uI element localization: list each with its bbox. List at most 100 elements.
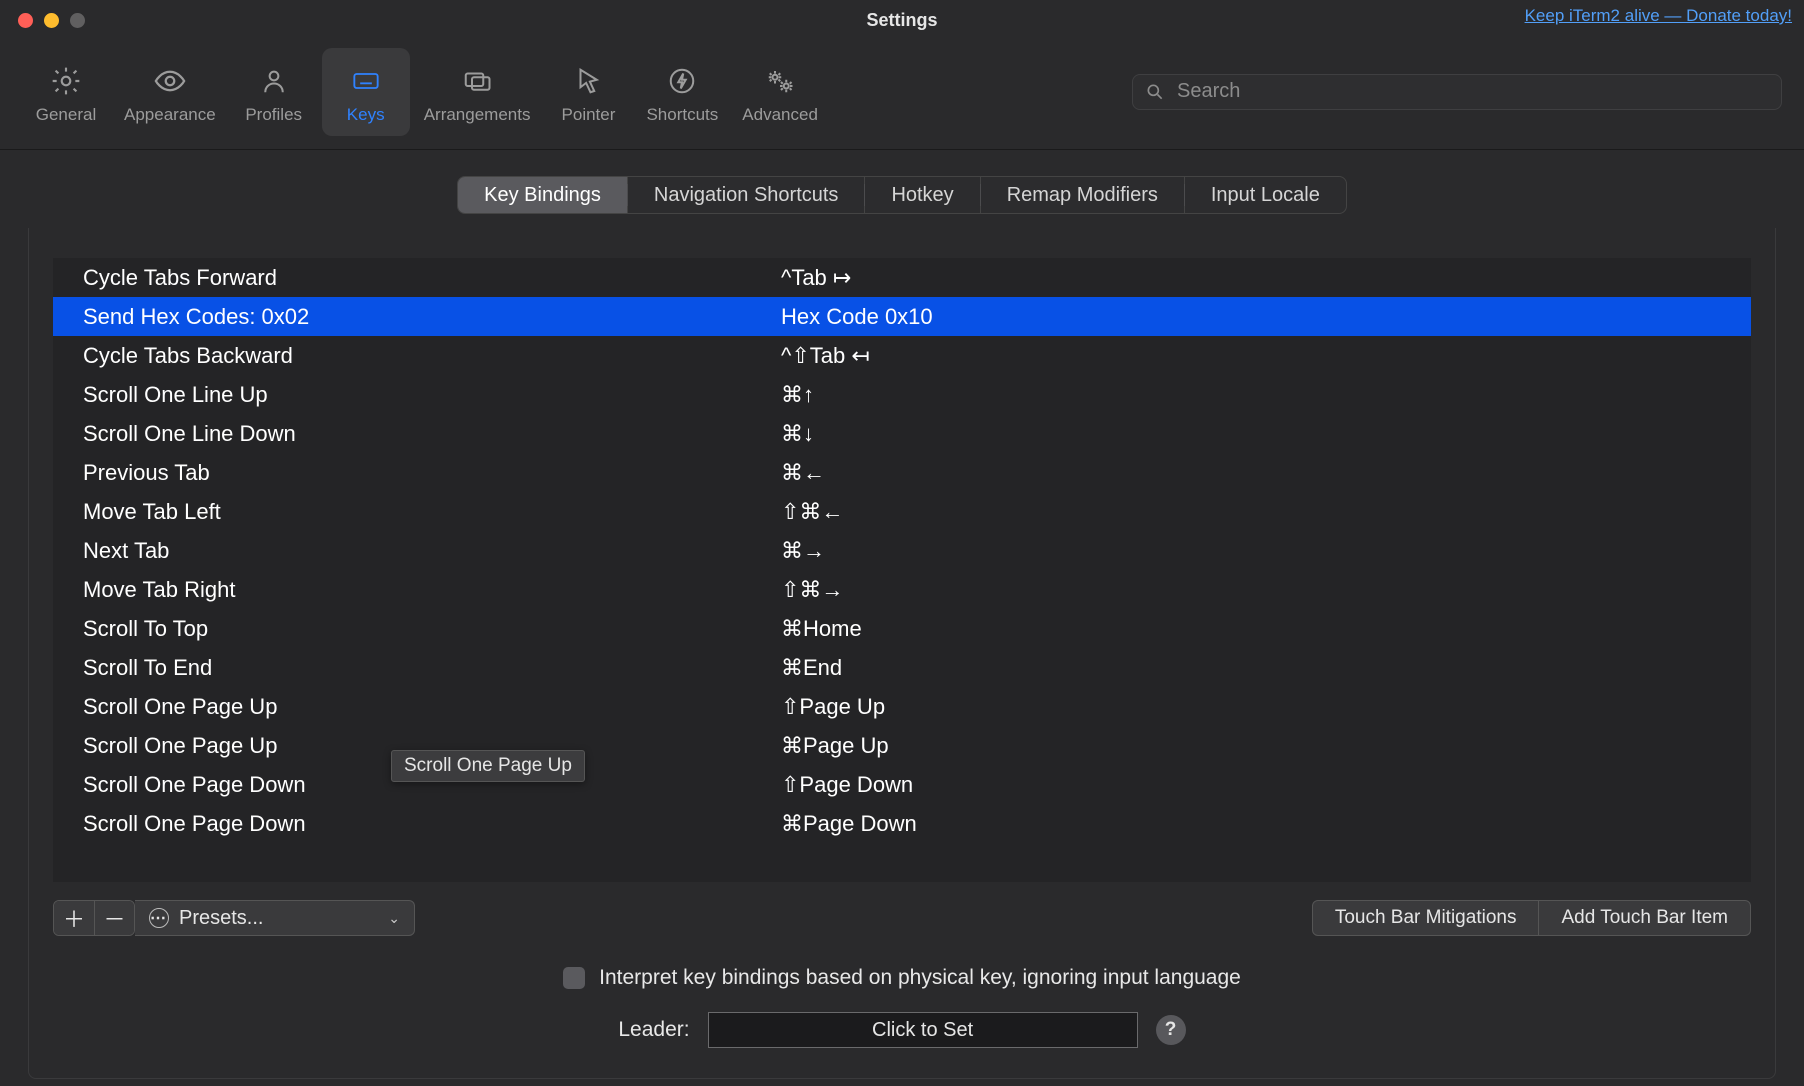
physical-key-checkbox[interactable]	[563, 967, 585, 989]
minus-icon: －	[103, 902, 125, 934]
binding-action: Scroll To Top	[83, 616, 781, 642]
subtab-input-locale[interactable]: Input Locale	[1184, 177, 1346, 213]
eye-icon	[152, 63, 188, 99]
windows-icon	[459, 63, 495, 99]
touch-bar-mitigations-button[interactable]: Touch Bar Mitigations	[1312, 900, 1540, 936]
toolbar-tab-label: Pointer	[562, 105, 616, 125]
binding-action: Previous Tab	[83, 460, 781, 486]
binding-row[interactable]: Cycle Tabs Backward^⇧Tab ↤	[53, 336, 1751, 375]
toolbar-tab-appearance[interactable]: Appearance	[114, 48, 226, 136]
toolbar-tab-profiles[interactable]: Profiles	[230, 48, 318, 136]
key-bindings-list[interactable]: Cycle Tabs Forward^Tab ↦Send Hex Codes: …	[53, 258, 1751, 882]
toolbar-tab-arrangements[interactable]: Arrangements	[414, 48, 541, 136]
chevron-down-icon: ⌄	[388, 910, 400, 927]
binding-shortcut: ⇧Page Down	[781, 772, 1751, 798]
binding-shortcut: ⌘←	[781, 460, 1751, 486]
binding-row[interactable]: Previous Tab⌘←	[53, 453, 1751, 492]
key-bindings-panel: Cycle Tabs Forward^Tab ↦Send Hex Codes: …	[28, 228, 1776, 1079]
binding-row[interactable]: Scroll One Page Down⌘Page Down	[53, 804, 1751, 843]
toolbar: General Appearance Profiles Keys Arrangement…	[0, 40, 1804, 150]
binding-row[interactable]: Scroll One Line Down⌘↓	[53, 414, 1751, 453]
toolbar-tab-label: Arrangements	[424, 105, 531, 125]
binding-row[interactable]: Scroll One Page Up⇧Page Up	[53, 687, 1751, 726]
binding-shortcut: ⇧⌘→	[781, 577, 1751, 603]
toolbar-tab-pointer[interactable]: Pointer	[544, 48, 632, 136]
binding-row[interactable]: Scroll One Page Up⌘Page Up	[53, 726, 1751, 765]
bolt-icon	[664, 63, 700, 99]
leader-label: Leader:	[618, 1018, 689, 1042]
binding-action: Scroll One Line Up	[83, 382, 781, 408]
binding-shortcut: ^⇧Tab ↤	[781, 343, 1751, 369]
binding-action: Scroll One Page Down	[83, 811, 781, 837]
binding-action: Scroll One Line Down	[83, 421, 781, 447]
binding-shortcut: Hex Code 0x10	[781, 304, 1751, 330]
toolbar-tab-label: Keys	[347, 105, 385, 125]
binding-action: Cycle Tabs Forward	[83, 265, 781, 291]
toolbar-tab-keys[interactable]: Keys	[322, 48, 410, 136]
list-controls: ＋ － ⋯ Presets... ⌄ Touch Bar Mitigations…	[53, 900, 1751, 936]
leader-row: Leader: Click to Set ?	[29, 1012, 1775, 1048]
zoom-window-button[interactable]	[70, 13, 85, 28]
presets-dropdown[interactable]: ⋯ Presets... ⌄	[135, 900, 415, 936]
subtab-segmented: Key BindingsNavigation ShortcutsHotkeyRe…	[457, 176, 1347, 214]
presets-label: Presets...	[179, 907, 263, 930]
toolbar-tab-general[interactable]: General	[22, 48, 110, 136]
subtab-navigation-shortcuts[interactable]: Navigation Shortcuts	[627, 177, 865, 213]
physical-key-label: Interpret key bindings based on physical…	[599, 966, 1241, 990]
keyboard-icon	[348, 63, 384, 99]
subtab-hotkey[interactable]: Hotkey	[864, 177, 979, 213]
leader-set-button[interactable]: Click to Set	[708, 1012, 1138, 1048]
help-button[interactable]: ?	[1156, 1015, 1186, 1045]
binding-row[interactable]: Move Tab Right⇧⌘→	[53, 570, 1751, 609]
subtab-remap-modifiers[interactable]: Remap Modifiers	[980, 177, 1184, 213]
binding-shortcut: ⌘↓	[781, 421, 1751, 447]
binding-action: Next Tab	[83, 538, 781, 564]
settings-window: Settings Keep iTerm2 alive — Donate toda…	[0, 0, 1804, 1086]
question-icon: ?	[1165, 1019, 1177, 1041]
add-binding-button[interactable]: ＋	[54, 901, 94, 935]
binding-row[interactable]: Send Hex Codes: 0x02Hex Code 0x10	[53, 297, 1751, 336]
toolbar-tab-advanced[interactable]: Advanced	[732, 48, 828, 136]
search-input[interactable]	[1175, 79, 1769, 104]
add-touch-bar-item-button[interactable]: Add Touch Bar Item	[1539, 900, 1751, 936]
binding-row[interactable]: Scroll One Page Down⇧Page Down	[53, 765, 1751, 804]
toolbar-tab-label: Profiles	[245, 105, 302, 125]
person-icon	[256, 63, 292, 99]
binding-row[interactable]: Move Tab Left⇧⌘←	[53, 492, 1751, 531]
tooltip: Scroll One Page Up	[391, 750, 585, 782]
binding-shortcut: ⌘Page Up	[781, 733, 1751, 759]
binding-shortcut: ⇧Page Up	[781, 694, 1751, 720]
binding-row[interactable]: Scroll To End⌘End	[53, 648, 1751, 687]
binding-shortcut: ⌘Home	[781, 616, 1751, 642]
close-window-button[interactable]	[18, 13, 33, 28]
binding-row[interactable]: Scroll To Top⌘Home	[53, 609, 1751, 648]
search-icon	[1145, 82, 1165, 102]
toolbar-tab-label: Appearance	[124, 105, 216, 125]
ellipsis-circle-icon: ⋯	[149, 908, 169, 928]
toolbar-tab-shortcuts[interactable]: Shortcuts	[636, 48, 728, 136]
titlebar: Settings Keep iTerm2 alive — Donate toda…	[0, 0, 1804, 40]
traffic-lights	[0, 13, 85, 28]
binding-shortcut: ⌘↑	[781, 382, 1751, 408]
binding-shortcut: ⇧⌘←	[781, 499, 1751, 525]
plus-icon: ＋	[63, 902, 85, 934]
binding-action: Cycle Tabs Backward	[83, 343, 781, 369]
search-field[interactable]	[1132, 74, 1782, 110]
binding-action: Scroll One Page Up	[83, 694, 781, 720]
binding-row[interactable]: Next Tab⌘→	[53, 531, 1751, 570]
binding-row[interactable]: Cycle Tabs Forward^Tab ↦	[53, 258, 1751, 297]
binding-shortcut: ⌘→	[781, 538, 1751, 564]
toolbar-tab-label: Advanced	[742, 105, 818, 125]
binding-action: Scroll To End	[83, 655, 781, 681]
binding-shortcut: ⌘Page Down	[781, 811, 1751, 837]
binding-shortcut: ⌘End	[781, 655, 1751, 681]
gear-icon	[48, 63, 84, 99]
donate-link[interactable]: Keep iTerm2 alive — Donate today!	[1525, 6, 1792, 26]
toolbar-tab-label: Shortcuts	[646, 105, 718, 125]
pointer-icon	[570, 63, 606, 99]
binding-row[interactable]: Scroll One Line Up⌘↑	[53, 375, 1751, 414]
remove-binding-button[interactable]: －	[94, 901, 134, 935]
gears-icon	[762, 63, 798, 99]
subtab-key-bindings[interactable]: Key Bindings	[458, 177, 627, 213]
minimize-window-button[interactable]	[44, 13, 59, 28]
